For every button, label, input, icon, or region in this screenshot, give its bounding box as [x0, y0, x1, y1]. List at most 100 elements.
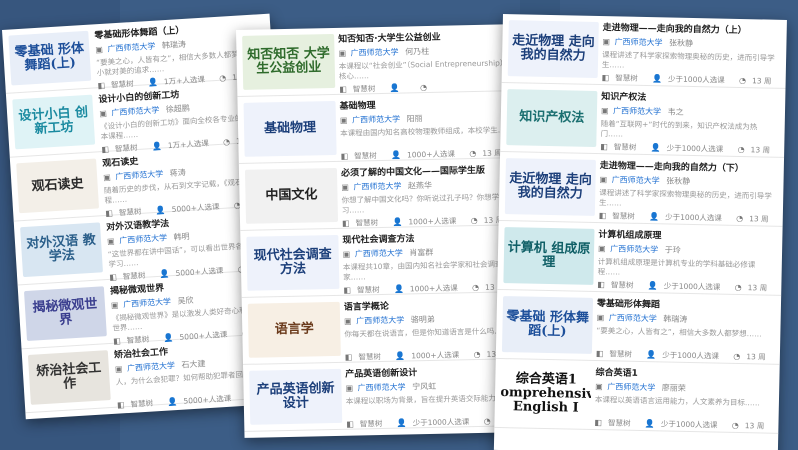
course-title[interactable]: 知否知否·大学生公益创业: [338, 28, 515, 45]
thumbnail-title: 揭秘微观世界: [32, 296, 98, 329]
course-title[interactable]: 综合英语1: [595, 365, 773, 382]
user-icon: 👤: [393, 284, 404, 294]
course-meta: ◧智慧树 👤少于1000人选课 ◔13 周: [602, 72, 780, 87]
university-link[interactable]: 广西师范大学: [356, 316, 404, 326]
course-duration: ◔13 周: [731, 420, 765, 431]
platform-label: ◧ 智慧树: [598, 211, 635, 221]
course-duration: ◔13 周: [733, 351, 766, 362]
platform-label: ◧ 智慧树: [597, 280, 634, 290]
course-card[interactable]: 语言学 语言学概论 ▣ 广西师范大学 骆明弟 你每天都在说语言，但是你知道语言是…: [241, 291, 528, 365]
university-link[interactable]: 广西师范大学: [107, 42, 155, 54]
course-thumbnail[interactable]: 走近物理 走向我的自然力: [504, 158, 596, 216]
course-card[interactable]: 知识产权法 知识产权法 ▣ 广西师范大学 韦之 随着“互联网+”时代的到来，知识…: [500, 82, 786, 158]
enrollment-count: 👤 1000+人选课: [391, 149, 456, 160]
course-duration: ◔13 周: [738, 75, 772, 86]
university-link[interactable]: 广西师范大学: [111, 106, 159, 118]
course-school: ▣ 广西师范大学 张秋静: [602, 36, 780, 51]
university-link[interactable]: 广西师范大学: [609, 313, 657, 323]
course-title[interactable]: 走进物理——走向我的自然力（下）: [600, 158, 778, 175]
course-thumbnail[interactable]: 走近物理 走向我的自然力: [507, 20, 599, 78]
course-thumbnail[interactable]: 知否知否 大学生公益创业: [242, 33, 336, 90]
teacher-name: 骆明弟: [410, 314, 435, 325]
course-thumbnail[interactable]: 对外汉语 教学法: [20, 222, 103, 278]
course-card[interactable]: 基础物理 基础物理 ▣ 广西师范大学 阳丽 本课程由国内知名高校物理教师组成，本…: [237, 91, 524, 164]
university-link[interactable]: 广西师范大学: [115, 169, 163, 181]
university-link[interactable]: 广西师范大学: [355, 249, 403, 259]
enrollment-count: 👤 5000+人选课: [167, 393, 232, 407]
course-thumbnail[interactable]: 设计小白 创新工坊: [12, 94, 96, 150]
course-title[interactable]: 必须了解的中国文化——国际学生版: [341, 162, 518, 179]
school-icon: ▣: [102, 172, 112, 183]
course-description: 课程讲述了科学家探索物理奥秘的历史，进而引导学生……: [598, 188, 772, 208]
school-icon: ▣: [338, 48, 347, 58]
enrollment-count: 👤 1000+人选课: [393, 283, 458, 294]
course-description: 本课程共10章，由国内知名社会学家和社会调查专家……: [342, 259, 511, 282]
course-title[interactable]: 语言学概论: [344, 296, 521, 313]
university-link[interactable]: 广西师范大学: [353, 182, 401, 192]
course-thumbnail[interactable]: 现代社会调查方法: [246, 234, 340, 291]
course-thumbnail[interactable]: 语言学: [247, 301, 341, 358]
course-card[interactable]: 产品英语创新设计 产品英语创新设计 ▣ 广西师范大学 宁风虹 本课程以职场为背景…: [243, 358, 530, 432]
course-thumbnail[interactable]: 综合英语1 Comprehensive English I: [500, 365, 592, 423]
course-card[interactable]: 零基础 形体舞蹈(上) 零基础形体舞蹈 ▣ 广西师范大学 韩瑞涛 “要美之心，人…: [495, 289, 782, 365]
teacher-name: 韩明: [173, 231, 190, 242]
thumbnail-title: 零基础 形体舞蹈(上): [14, 40, 85, 74]
clock-icon: ◔: [736, 213, 744, 224]
university-link[interactable]: 广西师范大学: [351, 48, 399, 58]
course-thumbnail[interactable]: 矫治社会工作: [27, 350, 111, 405]
enrollment-count: 👤 少于1000人选课: [650, 143, 724, 154]
course-title[interactable]: 走进物理——走向我的自然力（上）: [603, 20, 781, 37]
university-link[interactable]: 广西师范大学: [610, 244, 658, 254]
school-icon: ▣: [596, 313, 605, 323]
platform-label: ◧ 智慧树: [346, 419, 383, 429]
course-title[interactable]: 计算机组成原理: [598, 227, 776, 244]
course-title[interactable]: 零基础形体舞蹈: [597, 296, 775, 313]
university-link[interactable]: 广西师范大学: [119, 233, 167, 245]
course-thumbnail[interactable]: 零基础 形体舞蹈(上): [8, 30, 92, 86]
platform-label: ◧ 智慧树: [601, 73, 638, 83]
university-link[interactable]: 广西师范大学: [127, 361, 175, 373]
teacher-name: 吴欣: [177, 295, 194, 306]
enrollment-count: 👤 少于1000人选课: [649, 212, 722, 223]
university-link[interactable]: 广西师范大学: [358, 383, 406, 393]
course-card[interactable]: 现代社会调查方法 现代社会调查方法 ▣ 广西师范大学 肖富群 本课程共10章，由…: [240, 224, 527, 298]
platform-label: ◧ 智慧树: [344, 352, 382, 362]
course-card[interactable]: 中国文化 必须了解的中国文化——国际学生版 ▣ 广西师范大学 赵燕华 你想了解中…: [238, 158, 526, 231]
course-meta: ◧智慧树 👤少于1000人选课 ◔13 周: [594, 417, 772, 432]
platform-label: ◧ 智慧树: [600, 142, 637, 152]
course-thumbnail[interactable]: 零基础 形体舞蹈(上): [501, 296, 594, 354]
course-thumbnail[interactable]: 产品英语创新设计: [249, 368, 343, 425]
university-link[interactable]: 广西师范大学: [614, 37, 662, 47]
course-thumbnail[interactable]: 知识产权法: [506, 89, 598, 147]
clock-icon: ◔: [483, 416, 491, 426]
thumbnail-title: 观石读史: [31, 176, 84, 195]
teacher-name: 韩瑞涛: [161, 39, 187, 51]
university-link[interactable]: 广西师范大学: [613, 106, 661, 116]
course-card[interactable]: 走近物理 走向我的自然力 走进物理——走向我的自然力（下） ▣ 广西师范大学 张…: [498, 151, 785, 227]
clock-icon: ◔: [469, 148, 477, 159]
course-thumbnail[interactable]: 基础物理: [243, 100, 337, 157]
platform-icon: ◧: [344, 352, 353, 362]
university-link[interactable]: 广西师范大学: [612, 175, 660, 185]
course-school: ▣ 广西师范大学 何乃柱: [338, 44, 515, 59]
university-link[interactable]: 广西师范大学: [607, 382, 655, 392]
platform-label: ◧ 智慧树: [339, 84, 376, 94]
school-icon: ▣: [344, 316, 352, 326]
course-duration: ◔13 周: [736, 213, 769, 224]
course-title[interactable]: 知识产权法: [601, 89, 779, 106]
course-title[interactable]: 基础物理: [339, 95, 516, 112]
course-card[interactable]: 知否知否 大学生公益创业 知否知否·大学生公益创业 ▣ 广西师范大学 何乃柱 本…: [236, 24, 523, 97]
course-thumbnail[interactable]: 揭秘微观世界: [23, 286, 107, 342]
platform-label: ◧ 智慧树: [595, 349, 633, 359]
course-thumbnail[interactable]: 观石读史: [16, 158, 100, 214]
university-link[interactable]: 广西师范大学: [123, 297, 171, 309]
course-title[interactable]: 现代社会调查方法: [342, 229, 519, 246]
course-card[interactable]: 综合英语1 Comprehensive English I 综合英语1 ▣ 广西…: [494, 358, 780, 434]
course-thumbnail[interactable]: 计算机 组成原理: [503, 227, 595, 285]
course-thumbnail[interactable]: 中国文化: [244, 167, 339, 224]
course-card[interactable]: 走近物理 走向我的自然力 走进物理——走向我的自然力（上） ▣ 广西师范大学 张…: [501, 14, 787, 89]
university-link[interactable]: 广西师范大学: [352, 115, 400, 125]
course-card[interactable]: 计算机 组成原理 计算机组成原理 ▣ 广西师范大学 于玲 计算机组成原理是计算机…: [497, 220, 783, 296]
platform-icon: ◧: [597, 280, 606, 290]
enrollment-count: 👤 少于1000人选课: [652, 74, 725, 85]
